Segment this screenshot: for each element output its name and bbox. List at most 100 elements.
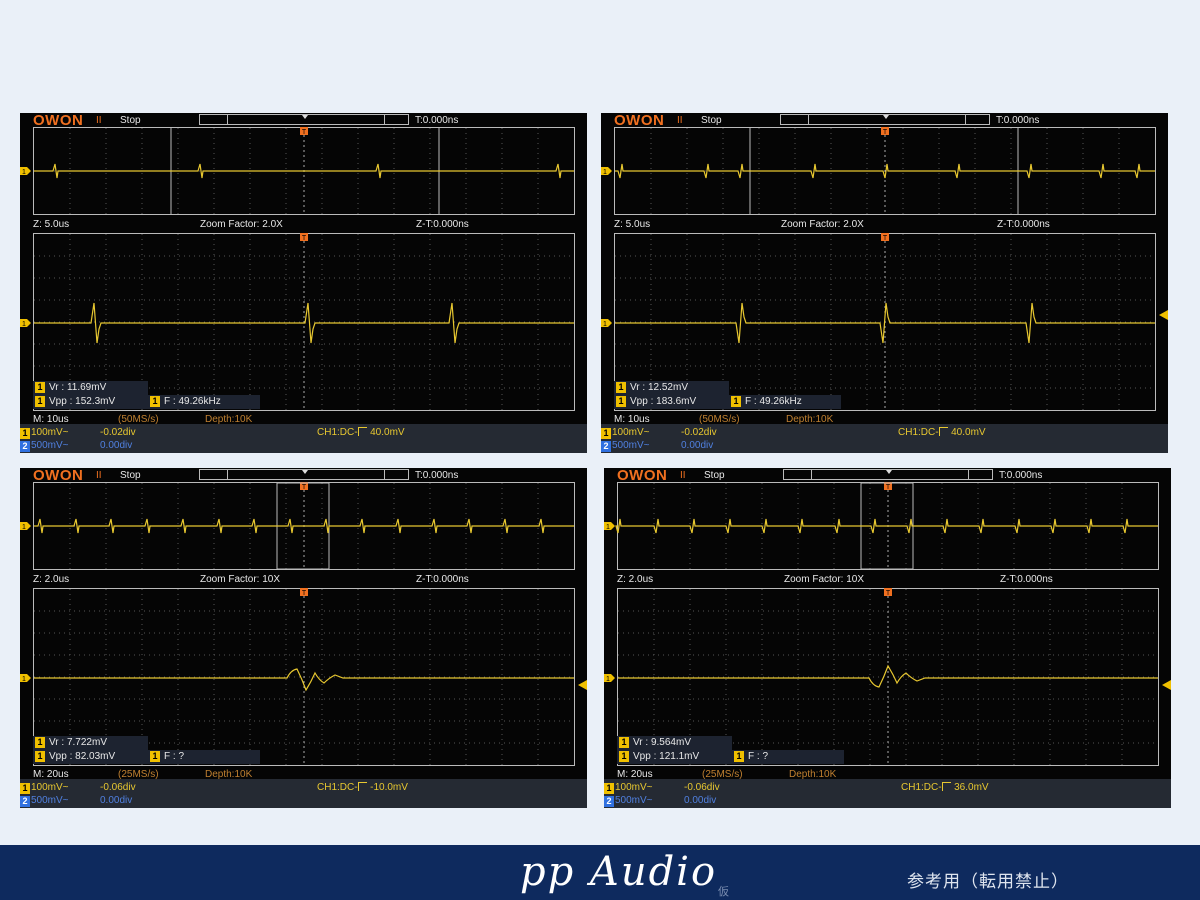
memory-position-bar [780, 114, 990, 125]
frequency-measurement: 1F : ? [732, 750, 844, 764]
ch1-marker-label: 1 [603, 169, 607, 176]
zoom-timebase: Z: 2.0us [617, 574, 654, 585]
trigger-time: T:0.000ns [996, 115, 1040, 126]
ch1-badge: 1 [35, 382, 45, 393]
ch1-badge: 1 [35, 751, 45, 762]
ch2-offset: 0.00div [681, 440, 714, 451]
acquisition-status: Stop [704, 470, 725, 481]
memory-position-bar [199, 114, 409, 125]
rising-edge-icon [358, 427, 368, 436]
ch1-marker [601, 319, 612, 327]
zoom-factor: Zoom Factor: 2.0X [781, 219, 864, 230]
ch1-marker [20, 167, 31, 175]
ch1-badge: 1 [35, 396, 45, 407]
run-stop-icon: II [677, 115, 683, 126]
acquisition-status: Stop [120, 115, 141, 126]
ch1-marker [604, 674, 615, 682]
vr-measurement: 1 Vr : 7.722mV [33, 736, 148, 750]
zoom-trigger-time: Z-T:0.000ns [416, 574, 469, 585]
trigger-time: T:0.000ns [415, 115, 459, 126]
trigger-level-arrow [1159, 310, 1168, 320]
ch1-offset: -0.02div [100, 427, 136, 438]
trigger-setting: CH1:DC- 36.0mV [901, 782, 989, 793]
zoom-timebase: Z: 5.0us [614, 219, 651, 230]
trigger-setting: CH1:DC- 40.0mV [317, 427, 405, 438]
ch1-badge: 1 [35, 737, 45, 748]
ch1-badge: 1 [619, 737, 629, 748]
trigger-setting: CH1:DC- -10.0mV [317, 782, 408, 793]
zoom-trigger-time: Z-T:0.000ns [416, 219, 469, 230]
overview-waveform-grid [617, 482, 1159, 570]
vpp-measurement: 1 Vpp : 183.6mV [614, 395, 729, 409]
ch1-marker-label: 1 [22, 321, 26, 328]
ch1-marker [20, 674, 31, 682]
footer-banner: pp Audio 仮 参考用（転用禁止） [0, 845, 1200, 900]
overview-waveform-grid [33, 482, 575, 570]
vr-measurement: 1 Vr : 9.564mV [617, 736, 732, 750]
zoom-trigger-time: Z-T:0.000ns [1000, 574, 1053, 585]
zoom-factor: Zoom Factor: 2.0X [200, 219, 283, 230]
run-stop-icon: II [680, 470, 686, 481]
oscilloscope-screenshot-3: OWON II Stop T:0.000ns Z: 2.0us Zoom Fac… [20, 467, 587, 808]
oscilloscope-screenshot-4: OWON II Stop T:0.000ns Z: 2.0us Zoom Fac… [604, 467, 1171, 808]
ch1-badge: 1 [616, 396, 626, 407]
zoom-factor: Zoom Factor: 10X [784, 574, 865, 585]
overview-waveform-grid [614, 127, 1156, 215]
zoom-timebase: Z: 5.0us [33, 219, 70, 230]
ch1-marker-label: 1 [603, 321, 607, 328]
zoom-factor: Zoom Factor: 10X [200, 574, 281, 585]
rising-edge-icon [939, 427, 949, 436]
ch1-marker-label: 1 [606, 524, 610, 531]
ch2-scale: 2 500mV~ [20, 795, 69, 807]
frequency-measurement: 1F : 49.26kHz [729, 395, 841, 409]
ch1-marker-label: 1 [22, 169, 26, 176]
oscilloscope-screenshot-1: OWON II Stop T:0.000ns Z: 5.0us Zoom Fac… [20, 112, 587, 453]
ch2-offset: 0.00div [100, 440, 133, 451]
overview-waveform-grid [33, 127, 575, 215]
ch2-scale: 2 500mV~ [601, 440, 650, 452]
run-stop-icon: II [96, 470, 102, 481]
ch1-badge: 1 [150, 396, 160, 407]
ch1-badge: 1 [734, 751, 744, 762]
ch1-marker [601, 167, 612, 175]
ch1-marker [604, 522, 615, 530]
ch1-badge: 1 [150, 751, 160, 762]
channel-status-bar: 1 100mV~ -0.06div 2 500mV~ 0.00div CH1:DC-… [604, 779, 1171, 808]
zoom-timebase: Z: 2.0us [33, 574, 70, 585]
trigger-time: T:0.000ns [999, 470, 1043, 481]
ch1-scale: 1 100mV~ [20, 427, 69, 439]
ch1-badge: 1 [616, 382, 626, 393]
ch1-offset: -0.06div [100, 782, 136, 793]
ch1-marker-label: 1 [22, 524, 26, 531]
ch1-scale: 1 100mV~ [604, 782, 653, 794]
vpp-measurement: 1 Vpp : 121.1mV [617, 750, 732, 764]
frequency-measurement: 1F : 49.26kHz [148, 395, 260, 409]
ch1-badge: 1 [619, 751, 629, 762]
trigger-setting: CH1:DC- 40.0mV [898, 427, 986, 438]
oscilloscope-screenshot-2: OWON II Stop T:0.000ns Z: 5.0us Zoom Fac… [601, 112, 1168, 453]
ch1-marker-label: 1 [606, 676, 610, 683]
acquisition-status: Stop [120, 470, 141, 481]
rising-edge-icon [942, 782, 952, 791]
ch1-marker-label: 1 [22, 676, 26, 683]
run-stop-icon: II [96, 115, 102, 126]
vr-measurement: 1 Vr : 12.52mV [614, 381, 729, 395]
rising-edge-icon [358, 782, 368, 791]
memory-position-bar [783, 469, 993, 480]
ch1-badge: 1 [731, 396, 741, 407]
frequency-measurement: 1F : ? [148, 750, 260, 764]
ch2-scale: 2 500mV~ [604, 795, 653, 807]
ch1-offset: -0.02div [681, 427, 717, 438]
vr-measurement: 1 Vr : 11.69mV [33, 381, 148, 395]
trigger-time: T:0.000ns [415, 470, 459, 481]
channel-status-bar: 1 100mV~ -0.06div 2 500mV~ 0.00div CH1:DC-… [20, 779, 587, 808]
ch1-offset: -0.06div [684, 782, 720, 793]
ch2-scale: 2 500mV~ [20, 440, 69, 452]
trigger-level-arrow [578, 680, 587, 690]
vpp-measurement: 1 Vpp : 152.3mV [33, 395, 148, 409]
ch1-marker [20, 319, 31, 327]
ch1-scale: 1 100mV~ [601, 427, 650, 439]
channel-status-bar: 1 100mV~ -0.02div 2 500mV~ 0.00div CH1:DC-… [601, 424, 1168, 453]
usage-note: 参考用（転用禁止） [907, 872, 1069, 891]
ch1-scale: 1 100mV~ [20, 782, 69, 794]
